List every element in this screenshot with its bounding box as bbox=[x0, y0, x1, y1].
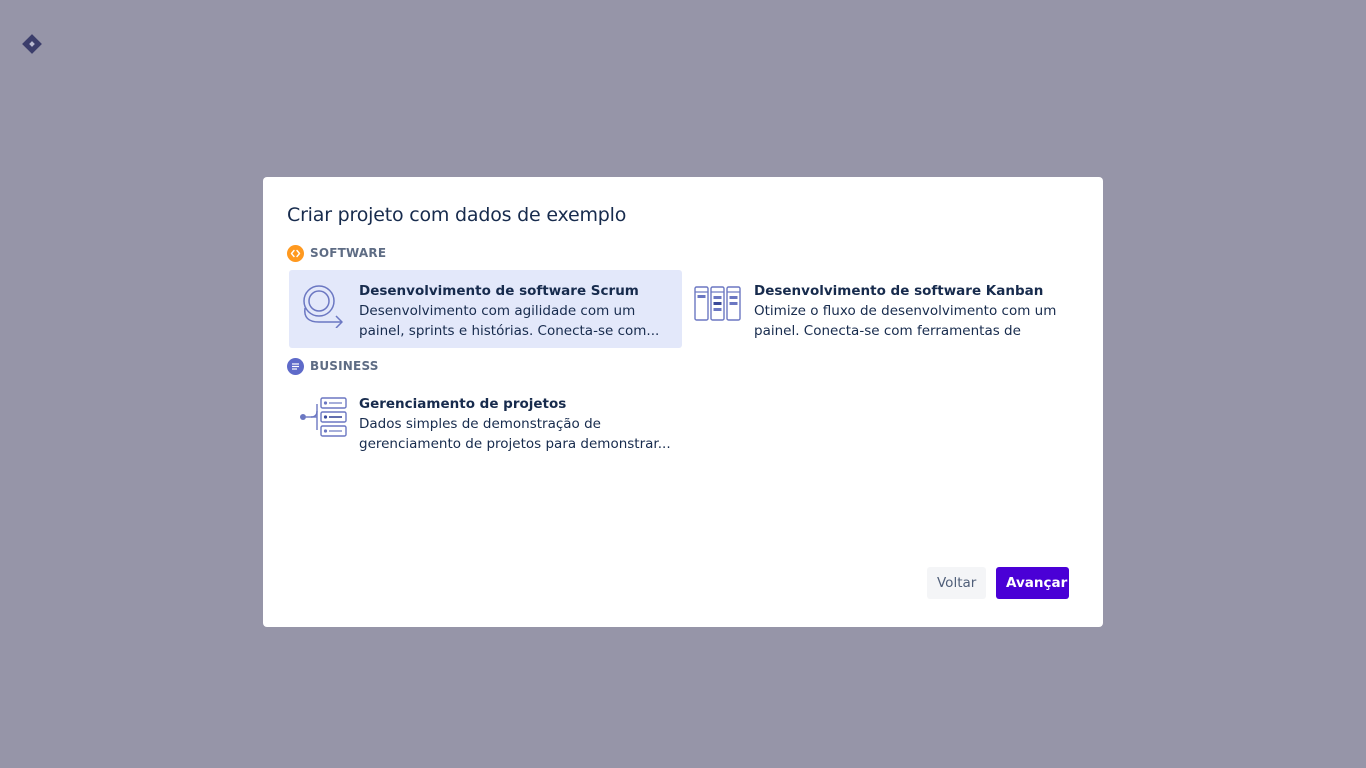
section-header-business: BUSINESS bbox=[287, 357, 379, 375]
kanban-columns-icon bbox=[692, 282, 744, 328]
app-logo-icon[interactable] bbox=[20, 32, 44, 56]
card-description: Otimize o fluxo de desenvolvimento com u… bbox=[754, 303, 1057, 339]
card-title: Desenvolvimento de software Scrum bbox=[359, 283, 639, 299]
create-sample-project-dialog: Criar projeto com dados de exemplo SOFTW… bbox=[263, 177, 1103, 627]
card-title: Gerenciamento de projetos bbox=[359, 396, 567, 412]
code-brackets-icon bbox=[287, 244, 304, 262]
lines-icon bbox=[287, 357, 304, 375]
dialog-title: Criar projeto com dados de exemplo bbox=[287, 204, 627, 226]
card-description: Desenvolvimento com agilidade com um pai… bbox=[359, 303, 660, 339]
card-description: Dados simples de demonstração de gerenci… bbox=[359, 416, 671, 452]
next-button[interactable]: Avançar bbox=[996, 567, 1069, 599]
section-label: SOFTWARE bbox=[310, 246, 387, 260]
card-title: Desenvolvimento de software Kanban bbox=[754, 283, 1044, 299]
template-card-kanban[interactable]: Desenvolvimento de software Kanban Otimi… bbox=[684, 270, 1077, 348]
scrum-cycle-icon bbox=[297, 282, 349, 329]
section-label: BUSINESS bbox=[310, 359, 379, 373]
back-button[interactable]: Voltar bbox=[927, 567, 986, 599]
project-tree-icon bbox=[297, 395, 349, 441]
template-card-project-management[interactable]: Gerenciamento de projetos Dados simples … bbox=[289, 383, 682, 461]
section-header-software: SOFTWARE bbox=[287, 244, 386, 262]
template-card-scrum[interactable]: Desenvolvimento de software Scrum Desenv… bbox=[289, 270, 682, 348]
